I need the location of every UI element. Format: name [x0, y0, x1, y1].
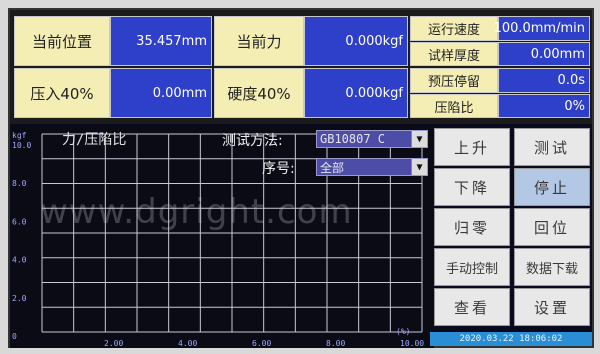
- zero-button[interactable]: 归零: [434, 208, 510, 246]
- x-axis-unit: (%): [396, 327, 410, 336]
- seq-select[interactable]: 全部 ▼: [316, 158, 428, 176]
- data-download-button[interactable]: 数据下载: [514, 248, 590, 286]
- dwell-label: 预压停留: [410, 68, 498, 93]
- thickness-label: 试样厚度: [410, 42, 498, 66]
- up-button[interactable]: 上升: [434, 128, 510, 166]
- chart-panel: 10.0 8.0 6.0 4.0 2.0 0 2.00 4.00 6.00 8.00 10.00 …: [10, 126, 434, 348]
- y-tick-label: 8.0: [12, 179, 27, 188]
- seq-label: 序号:: [262, 161, 295, 177]
- y-tick-label: 2.0: [12, 294, 27, 303]
- y-tick-label: 6.0: [12, 217, 27, 226]
- force-value: 0.000kgf: [304, 16, 408, 66]
- x-tick-label: 8.00: [326, 339, 345, 348]
- seq-select-value: 全部: [320, 160, 345, 175]
- ratio-label: 压陷比: [410, 94, 498, 118]
- ratio-value[interactable]: 0%: [498, 94, 590, 118]
- method-select[interactable]: GB10807 C ▼: [316, 130, 428, 148]
- y-axis-unit: kgf: [12, 131, 27, 140]
- force-label: 当前力: [214, 16, 304, 66]
- indent40-label: 压入40%: [14, 68, 110, 118]
- method-label: 测试方法:: [222, 133, 283, 149]
- y-tick-label: 0: [12, 332, 17, 341]
- x-tick-labels: 2.00 4.00 6.00 8.00 10.00: [104, 339, 424, 348]
- hmi-screen: 当前位置 35.457mm 当前力 0.000kgf 压入40% 0.00mm …: [8, 8, 594, 348]
- readout-panel: 当前位置 35.457mm 当前力 0.000kgf 压入40% 0.00mm …: [10, 10, 592, 124]
- method-select-value: GB10807 C: [320, 132, 386, 146]
- y-tick-label: 4.0: [12, 256, 27, 265]
- chart-title: 力/压陷比: [62, 132, 126, 148]
- position-label: 当前位置: [14, 16, 110, 66]
- position-value: 35.457mm: [110, 16, 212, 66]
- y-tick-labels: 10.0 8.0 6.0 4.0 2.0 0: [12, 141, 31, 341]
- return-button[interactable]: 回位: [514, 208, 590, 246]
- speed-label: 运行速度: [410, 16, 498, 41]
- dwell-value[interactable]: 0.0s: [498, 68, 590, 93]
- hardness40-label: 硬度40%: [214, 68, 304, 118]
- dropdown-arrow-icon[interactable]: ▼: [411, 131, 427, 147]
- manual-control-button[interactable]: 手动控制: [434, 248, 510, 286]
- indent40-value: 0.00mm: [110, 68, 212, 118]
- speed-value[interactable]: 100.0mm/min: [494, 16, 590, 41]
- settings-button[interactable]: 设置: [514, 288, 590, 326]
- y-tick-label: 10.0: [12, 141, 31, 150]
- hardness40-value: 0.000kgf: [304, 68, 408, 118]
- thickness-value[interactable]: 0.00mm: [498, 42, 590, 66]
- datetime-display: 2020.03.22 18:06:02: [430, 332, 592, 346]
- x-tick-label: 6.00: [252, 339, 271, 348]
- dropdown-arrow-icon[interactable]: ▼: [411, 159, 427, 175]
- down-button[interactable]: 下降: [434, 168, 510, 206]
- x-tick-label: 2.00: [104, 339, 123, 348]
- view-button[interactable]: 查看: [434, 288, 510, 326]
- test-button[interactable]: 测试: [514, 128, 590, 166]
- x-tick-label: 10.00: [400, 339, 424, 348]
- stop-button[interactable]: 停止: [514, 168, 590, 206]
- x-tick-label: 4.00: [178, 339, 197, 348]
